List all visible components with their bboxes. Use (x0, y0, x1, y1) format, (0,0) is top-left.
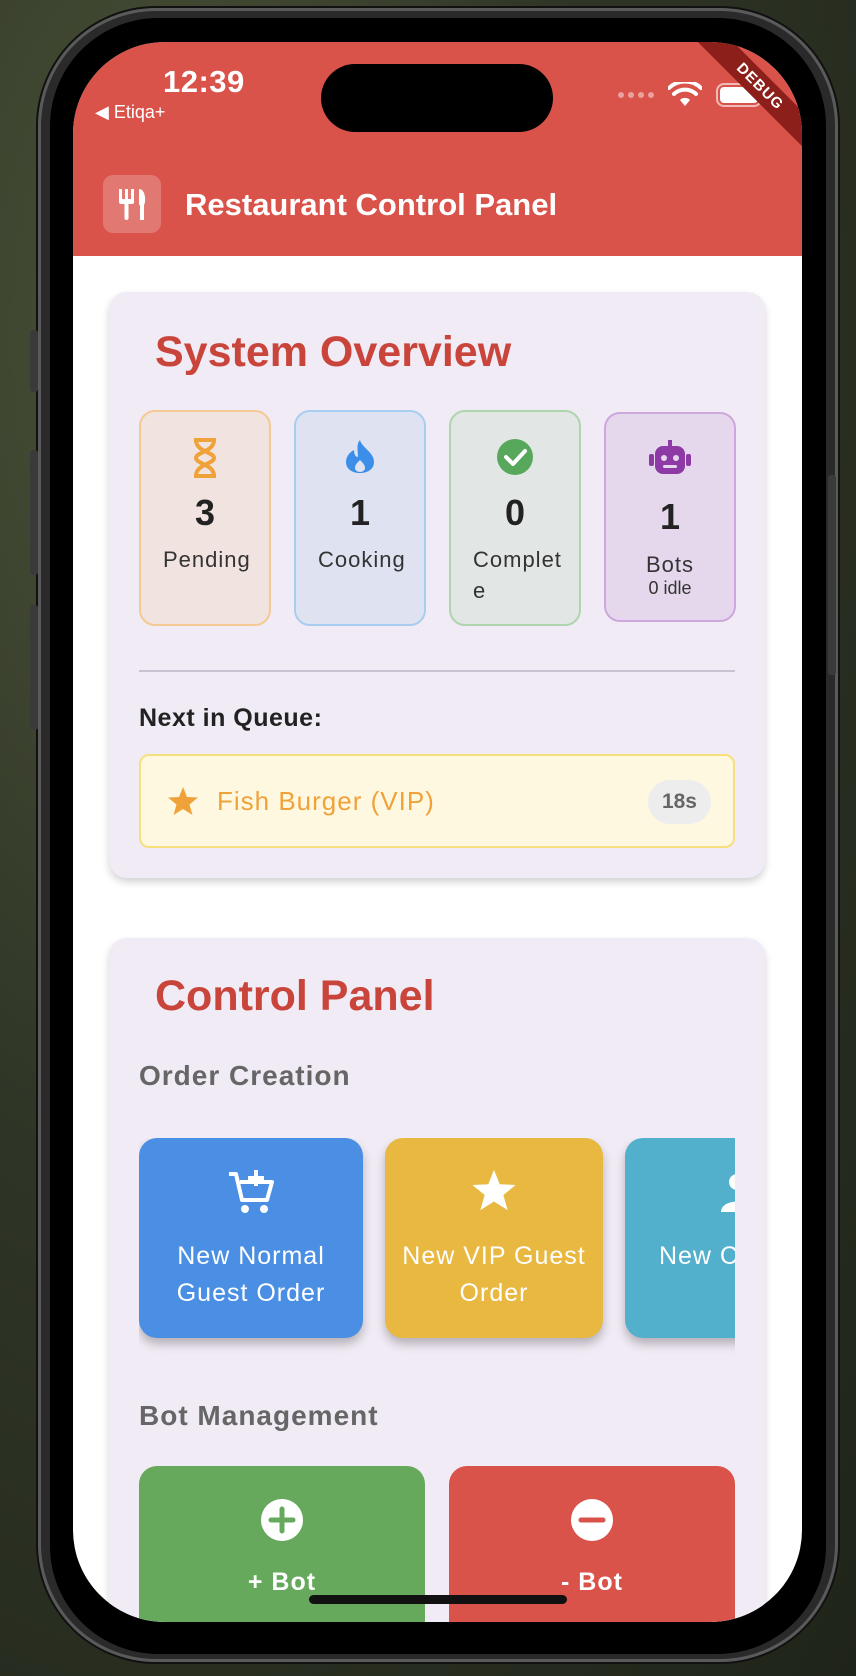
system-overview-card: System Overview 3 Pending 1 Cooking 0 Co… (109, 292, 765, 878)
status-time: 12:39 (163, 64, 245, 99)
fire-icon (296, 438, 424, 474)
star-icon (168, 787, 198, 815)
new-normal-order-button[interactable]: New Normal Guest Order (139, 1138, 363, 1338)
page-title: Restaurant Control Panel (185, 187, 558, 222)
screen: 12:39 ◀ Etiqa+ DEBUG Restaurant Control (73, 42, 802, 1622)
cooking-count: 1 (349, 492, 371, 533)
divider (139, 670, 735, 672)
signal-icon (618, 92, 654, 98)
bots-count: 1 (659, 496, 681, 537)
new-normal-order-label: New Normal Guest Order (176, 1242, 326, 1307)
fork-knife-icon (103, 175, 161, 233)
home-indicator[interactable] (309, 1595, 567, 1604)
add-person-icon (625, 1168, 735, 1216)
queue-item-name: Fish Burger (VIP) (217, 786, 435, 816)
control-panel-title: Control Panel (155, 972, 435, 1020)
app-bar: 12:39 ◀ Etiqa+ DEBUG Restaurant Control (73, 42, 802, 256)
minus-circle-icon (449, 1498, 735, 1542)
robot-icon (606, 440, 734, 476)
hourglass-icon (141, 438, 269, 478)
status-icons (618, 82, 762, 108)
plus-circle-icon (139, 1498, 425, 1542)
new-vip-order-label: New VIP Guest Order (402, 1242, 586, 1307)
check-circle-icon (451, 438, 579, 476)
add-cart-icon (139, 1168, 363, 1216)
remove-bot-label: - Bot (561, 1568, 623, 1596)
star-icon (385, 1168, 603, 1212)
stat-cooking: 1 Cooking (294, 410, 426, 626)
system-overview-title: System Overview (155, 328, 512, 376)
queue-item[interactable]: Fish Burger (VIP) 18s (139, 754, 735, 848)
cooking-label: Cooking (318, 547, 406, 572)
new-customer-order-button[interactable]: New C... O... (625, 1138, 735, 1338)
new-vip-order-button[interactable]: New VIP Guest Order (385, 1138, 603, 1338)
control-panel-card: Control Panel Order Creation New Normal … (109, 938, 765, 1622)
pending-count: 3 (194, 492, 216, 533)
dynamic-island (321, 64, 553, 132)
bot-management-label: Bot Management (139, 1400, 379, 1431)
volume-up-button (30, 450, 38, 575)
order-creation-label: Order Creation (139, 1060, 351, 1091)
add-bot-label: + Bot (247, 1568, 317, 1596)
stat-pending: 3 Pending (139, 410, 271, 626)
complete-label: Complete (473, 547, 562, 603)
pending-label: Pending (163, 547, 251, 572)
complete-count: 0 (504, 492, 526, 533)
stat-complete: 0 Complete (449, 410, 581, 626)
wifi-icon (668, 82, 702, 106)
new-customer-order-label: New C... O... (658, 1242, 735, 1270)
next-in-queue-label: Next in Queue: (139, 704, 323, 732)
back-to-app-link[interactable]: ◀ Etiqa+ (95, 102, 165, 123)
queue-item-timer: 18s (647, 780, 711, 824)
volume-down-button (30, 605, 38, 730)
order-buttons-row[interactable]: New Normal Guest Order New VIP Guest Ord… (139, 1138, 735, 1368)
stat-bots: 1 Bots 0 idle (604, 412, 736, 622)
mute-switch (30, 330, 38, 392)
power-button (828, 475, 836, 675)
bots-idle-count: 0 idle (648, 578, 692, 598)
bots-label: Bots (645, 552, 695, 577)
